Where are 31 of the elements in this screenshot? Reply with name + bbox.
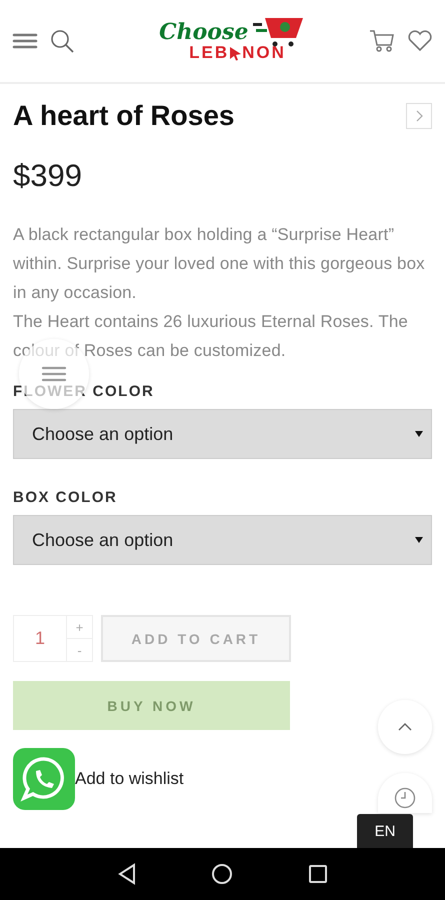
product-price: $399 [13,158,83,194]
option-label: BOX COLOR [13,489,118,506]
cart-icon[interactable] [369,29,395,53]
quantity-field[interactable]: 1 [14,616,67,661]
option-dropdown[interactable]: Choose an option [13,515,432,565]
decrement-button[interactable]: - [67,638,92,661]
menu-icon [41,365,67,383]
chevron-up-icon [398,723,412,731]
increment-button[interactable]: + [67,616,92,638]
caret-icon [415,537,423,543]
chevron-right-icon [415,110,423,122]
wishlist-link[interactable]: Add to wishlist [75,769,184,789]
caret-icon [415,431,423,437]
search-icon[interactable] [50,29,74,53]
history-button[interactable] [378,773,432,813]
language-button[interactable]: EN [357,814,413,848]
back-icon[interactable] [117,863,138,885]
cursor-icon [229,46,242,60]
menu-icon[interactable] [12,32,38,50]
logo-text: Choose [159,20,248,44]
option-label: FLOWER COLOR [13,383,156,400]
product-title: A heart of Roses [13,100,234,132]
logo-text: NON [242,44,286,62]
option-dropdown[interactable]: Choose an option [13,409,432,459]
description-text: A black rectangular box holding a “Surprise Heart” within. Surprise your loved one with this gorgeous box in any occasion. [13,224,426,304]
home-icon[interactable] [211,863,234,885]
chat-app-icon[interactable] [13,748,75,810]
clock-icon [394,787,416,809]
logo-text: LEB [189,44,230,62]
heart-icon[interactable] [407,30,433,52]
recents-icon[interactable] [308,864,328,884]
